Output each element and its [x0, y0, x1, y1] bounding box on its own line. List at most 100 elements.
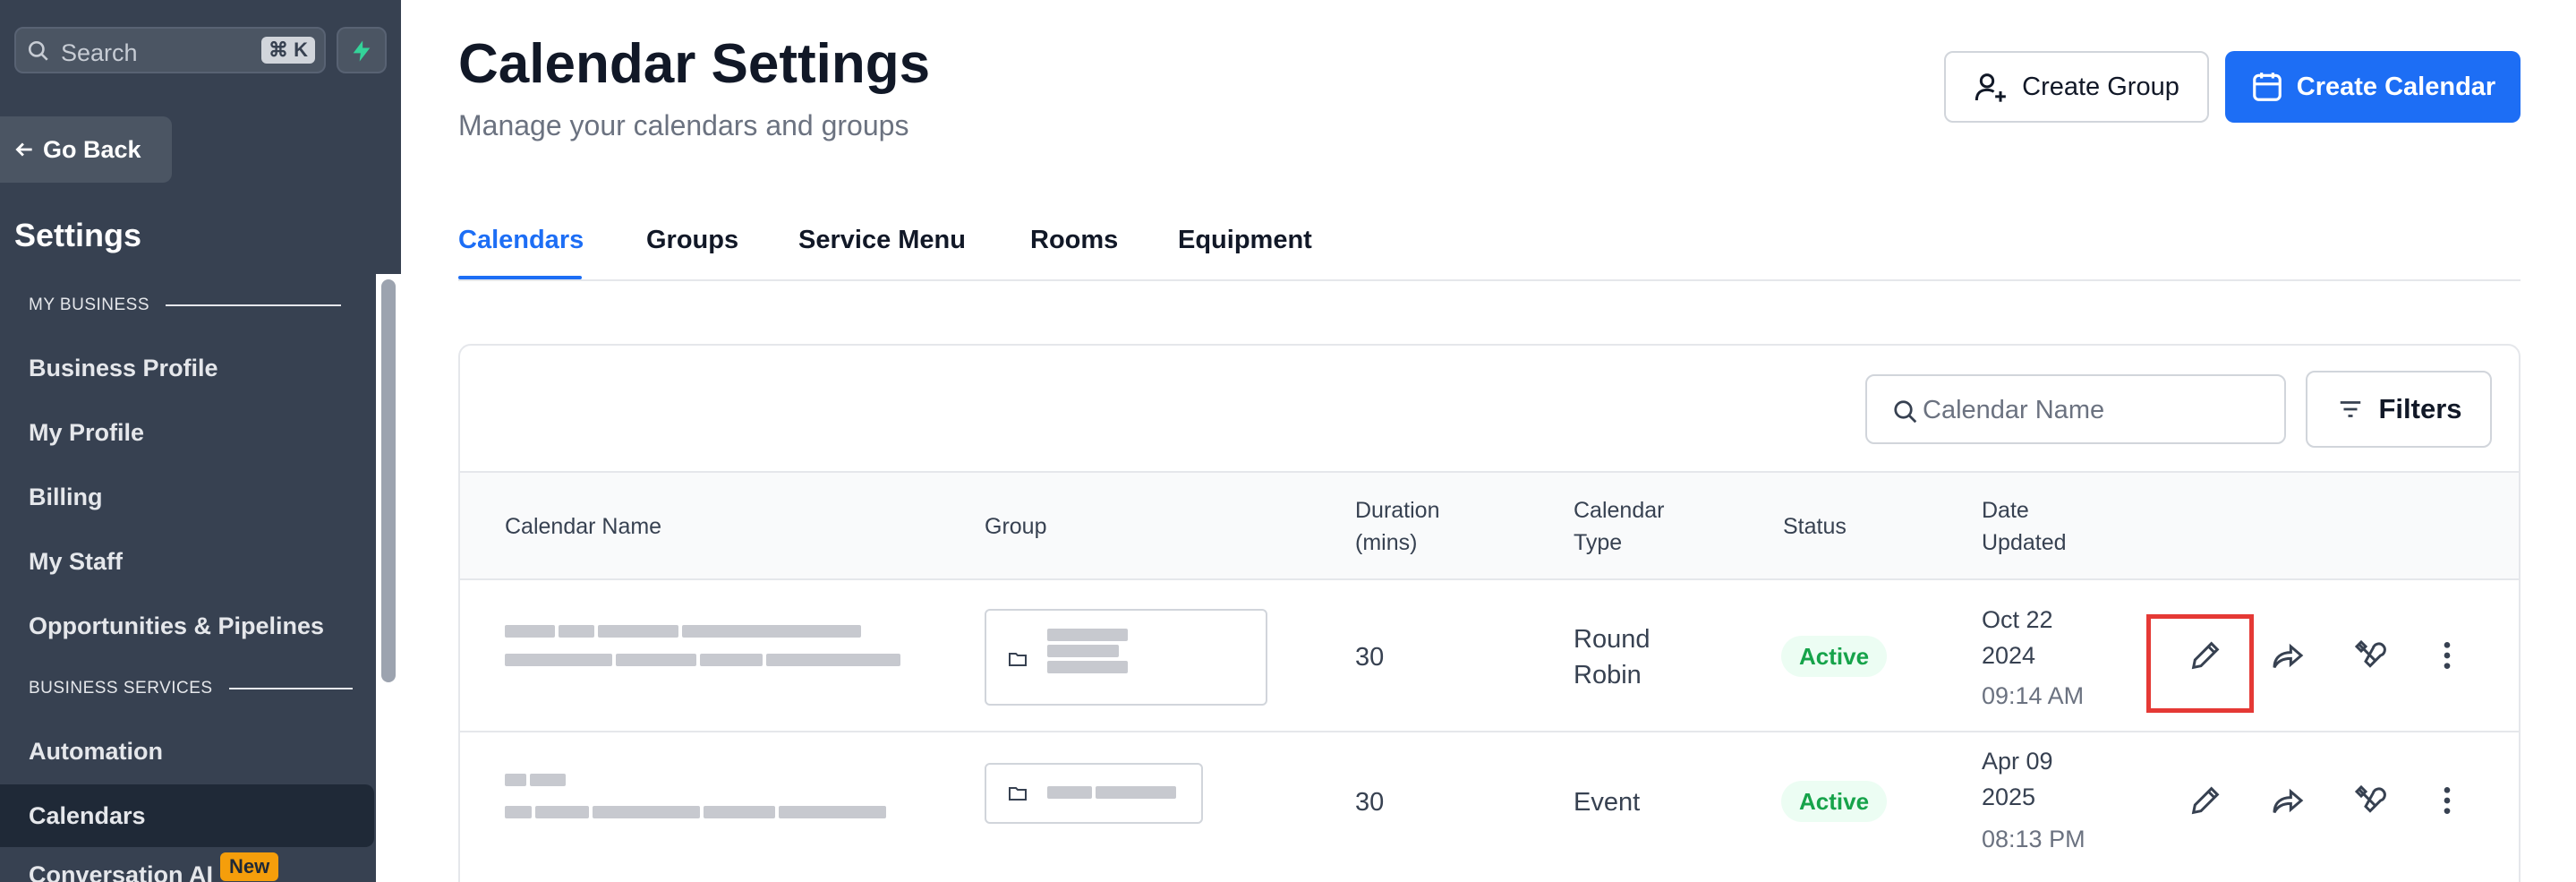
more-options-button[interactable]	[2426, 779, 2469, 822]
sidebar-scrollbar-thumb[interactable]	[381, 279, 396, 682]
col-calendar-name[interactable]: Calendar Name	[505, 510, 661, 543]
col-duration[interactable]: Duration (mins)	[1355, 494, 1440, 559]
create-group-button[interactable]: Create Group	[1944, 51, 2209, 123]
more-vertical-icon	[2444, 642, 2451, 669]
date-line2: 2025	[1982, 784, 2036, 810]
bolt-icon	[353, 40, 371, 62]
sidebar-item-calendars[interactable]: Calendars	[29, 802, 146, 830]
sidebar-item-conversation-ai[interactable]: Conversation AI	[29, 861, 213, 882]
filters-label: Filters	[2378, 393, 2462, 424]
section-label: MY BUSINESS	[29, 295, 150, 314]
calendar-name-redacted	[505, 625, 861, 638]
section-divider	[166, 304, 342, 306]
time-updated: 08:13 PM	[1982, 826, 2086, 852]
group-name-redacted	[1047, 629, 1128, 673]
sidebar-item-my-profile[interactable]: My Profile	[29, 419, 144, 447]
calendar-type-line2: Robin	[1574, 661, 1642, 689]
search-icon	[27, 39, 50, 67]
arrow-left-icon	[15, 142, 32, 157]
col-date-updated[interactable]: Date Updated	[1982, 494, 2067, 559]
col-calendar-type[interactable]: Calendar Type	[1574, 494, 1664, 559]
search-placeholder: Search	[61, 39, 138, 66]
active-tab-indicator	[458, 276, 582, 279]
filter-icon	[2341, 401, 2361, 417]
calendar-type: Event	[1574, 788, 1641, 817]
table-header: Calendar Name Group Duration (mins) Cale…	[460, 471, 2519, 580]
calendar-url-redacted	[505, 806, 886, 818]
sidebar-item-business-profile[interactable]: Business Profile	[29, 355, 218, 382]
calendar-search[interactable]	[1865, 374, 2286, 444]
create-calendar-label: Create Calendar	[2296, 72, 2496, 101]
user-plus-icon	[1975, 73, 2006, 102]
tab-calendars[interactable]: Calendars	[458, 226, 584, 255]
col-duration-line2: (mins)	[1355, 530, 1418, 555]
create-group-label: Create Group	[2022, 72, 2179, 101]
new-badge: New	[220, 852, 279, 881]
section-label: BUSINESS SERVICES	[29, 679, 213, 698]
date-line2: 2024	[1982, 642, 2036, 669]
col-duration-line1: Duration	[1355, 498, 1440, 523]
calendar-type: Round Robin	[1574, 621, 1650, 693]
tab-rooms[interactable]: Rooms	[1030, 226, 1118, 255]
sidebar-item-billing[interactable]: Billing	[29, 484, 103, 511]
edit-button[interactable]	[2184, 779, 2227, 822]
section-divider	[228, 688, 353, 689]
settings-tabs: Calendars Groups Service Menu Rooms Equi…	[458, 226, 2521, 281]
tools-button[interactable]	[2349, 779, 2392, 822]
calendar-icon	[2252, 73, 2282, 101]
col-type-line1: Calendar	[1574, 498, 1665, 523]
calendar-url-redacted	[505, 654, 900, 666]
go-back-button[interactable]: Go Back	[0, 116, 172, 183]
col-group[interactable]: Group	[985, 510, 1046, 543]
calendar-search-input[interactable]	[1923, 389, 2272, 432]
col-type-line2: Type	[1574, 530, 1623, 555]
sidebar-item-automation[interactable]: Automation	[29, 738, 163, 766]
pencil-icon	[2191, 786, 2220, 815]
date-updated: Oct 22 2024	[1982, 602, 2053, 673]
group-selector[interactable]	[985, 763, 1203, 824]
quick-action-button[interactable]	[337, 27, 387, 73]
group-selector[interactable]	[985, 609, 1267, 706]
folder-icon	[1009, 787, 1027, 801]
date-line1: Oct 22	[1982, 606, 2053, 633]
filters-button[interactable]: Filters	[2306, 371, 2492, 448]
calendar-name-redacted	[505, 774, 566, 786]
section-business-services: BUSINESS SERVICES	[29, 679, 353, 698]
date-updated: Apr 09 2025	[1982, 743, 2053, 815]
table-row[interactable]: 30 Event Active Apr 09 2025 08:13 PM	[460, 732, 2519, 882]
sidebar-item-my-staff[interactable]: My Staff	[29, 548, 123, 576]
tab-equipment[interactable]: Equipment	[1178, 226, 1312, 255]
status-badge: Active	[1781, 781, 1888, 822]
global-search[interactable]: Search ⌘ K	[14, 27, 326, 73]
share-arrow-icon	[2273, 788, 2304, 814]
date-line1: Apr 09	[1982, 748, 2053, 775]
folder-icon	[1009, 653, 1027, 666]
share-button[interactable]	[2266, 634, 2309, 677]
status-badge: Active	[1781, 636, 1888, 677]
share-button[interactable]	[2266, 779, 2309, 822]
search-icon	[1894, 400, 1917, 424]
sidebar-title: Settings	[14, 217, 142, 253]
tools-icon	[2354, 639, 2386, 668]
go-back-label: Go Back	[43, 135, 141, 163]
col-date-line1: Date	[1982, 498, 2029, 523]
col-status[interactable]: Status	[1783, 510, 1847, 543]
share-arrow-icon	[2273, 643, 2304, 669]
search-shortcut-badge: ⌘ K	[261, 37, 315, 64]
page-title: Calendar Settings	[458, 33, 931, 95]
group-name-redacted	[1047, 786, 1176, 799]
tools-icon	[2354, 784, 2386, 813]
calendar-type-line1: Round	[1574, 625, 1651, 654]
page-subtitle: Manage your calendars and groups	[458, 109, 909, 141]
tab-groups[interactable]: Groups	[646, 226, 738, 255]
more-options-button[interactable]	[2426, 634, 2469, 677]
sidebar-item-opportunities[interactable]: Opportunities & Pipelines	[29, 612, 324, 640]
calendars-card: Filters Calendar Name Group Duration (mi…	[458, 344, 2521, 882]
create-calendar-button[interactable]: Create Calendar	[2225, 51, 2521, 123]
sidebar: Search ⌘ K Go Back Settings MY BUSINESS …	[0, 0, 401, 882]
duration: 30	[1355, 788, 1385, 817]
more-vertical-icon	[2444, 787, 2451, 814]
section-my-business: MY BUSINESS	[29, 295, 342, 315]
tools-button[interactable]	[2349, 634, 2392, 677]
tab-service-menu[interactable]: Service Menu	[798, 226, 966, 255]
